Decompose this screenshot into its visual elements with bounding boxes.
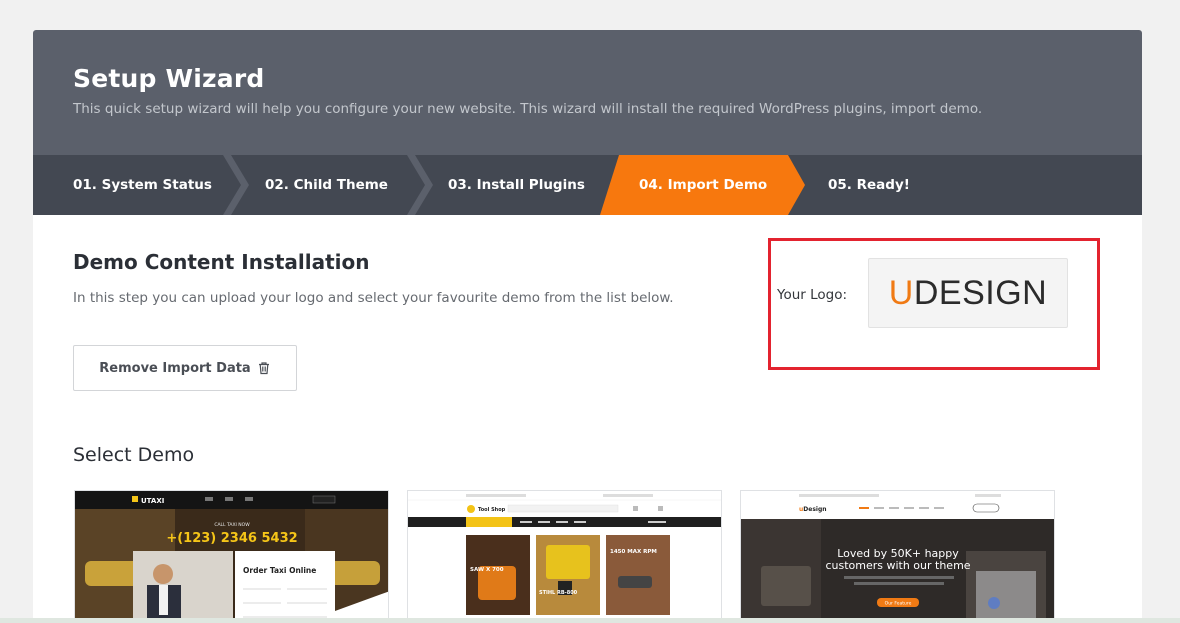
- logo-image: UDESIGN: [889, 274, 1047, 313]
- step-separator-2: [407, 155, 433, 215]
- step-system-status[interactable]: 01. System Status: [73, 155, 212, 215]
- trash-icon: [258, 362, 269, 375]
- taxi-phone: +(123) 2346 5432: [166, 531, 297, 546]
- udesign-brand: uDesign: [799, 506, 827, 513]
- tool-shop-brand: Tool Shop: [478, 507, 506, 513]
- wizard-header: Setup Wizard This quick setup wizard wil…: [33, 30, 1142, 155]
- logo-preview[interactable]: UDESIGN: [868, 258, 1068, 328]
- page-subtitle: This quick setup wizard will help you co…: [73, 101, 983, 117]
- section-title: Demo Content Installation: [73, 250, 370, 274]
- step-child-theme[interactable]: 02. Child Theme: [265, 155, 388, 215]
- tool-shop-promo-2-title: STIHL RB-800: [539, 590, 578, 596]
- tool-shop-promo-1-title: SAW X 700: [470, 567, 504, 573]
- setup-wizard: Setup Wizard This quick setup wizard wil…: [33, 30, 1142, 623]
- taxi-form-title: Order Taxi Online: [243, 566, 316, 575]
- remove-import-data-button[interactable]: Remove Import Data: [73, 345, 297, 391]
- wizard-steps: 01. System Status 02. Child Theme 03. In…: [33, 155, 1142, 215]
- remove-import-data-label: Remove Import Data: [99, 360, 251, 376]
- logo-upload-area: Your Logo: UDESIGN: [768, 238, 1100, 370]
- taxi-brand: UTAXI: [141, 497, 164, 505]
- udesign-brand-rest: Design: [803, 506, 826, 513]
- logo-label: Your Logo:: [777, 287, 848, 303]
- taxi-call-label: CALL TAXI NOW: [214, 522, 250, 528]
- logo-letter-u: U: [888, 273, 914, 312]
- step-import-demo[interactable]: 04. Import Demo: [639, 155, 767, 215]
- step-install-plugins[interactable]: 03. Install Plugins: [448, 155, 585, 215]
- demo-thumbnail-taxi: UTAXI CALL TAXI NOW +(123) 2346 5432 Ord…: [75, 491, 388, 623]
- select-demo-title: Select Demo: [73, 444, 195, 466]
- udesign-cta: Our Feature: [885, 601, 912, 607]
- demo-card-udesign[interactable]: uDesign Loved by 50K+ happy customers wi…: [740, 490, 1055, 623]
- step-ready[interactable]: 05. Ready!: [828, 155, 910, 215]
- udesign-headline-2: customers with our theme: [825, 559, 970, 572]
- demo-card-taxi[interactable]: UTAXI CALL TAXI NOW +(123) 2346 5432 Ord…: [74, 490, 389, 623]
- bottom-strip: [0, 618, 1180, 623]
- demo-card-tool-shop[interactable]: Tool Shop SAW X 700 STIHL RB-800 1450 MA…: [407, 490, 722, 623]
- step-separator-1: [223, 155, 249, 215]
- page-title: Setup Wizard: [73, 64, 265, 93]
- logo-letters-design: DESIGN: [913, 273, 1048, 312]
- demo-thumbnail-tool-shop: Tool Shop SAW X 700 STIHL RB-800 1450 MA…: [408, 491, 721, 623]
- demo-thumbnail-udesign: uDesign Loved by 50K+ happy customers wi…: [741, 491, 1054, 623]
- tool-shop-promo-3-title: 1450 MAX RPM: [610, 549, 657, 555]
- section-description: In this step you can upload your logo an…: [73, 290, 674, 306]
